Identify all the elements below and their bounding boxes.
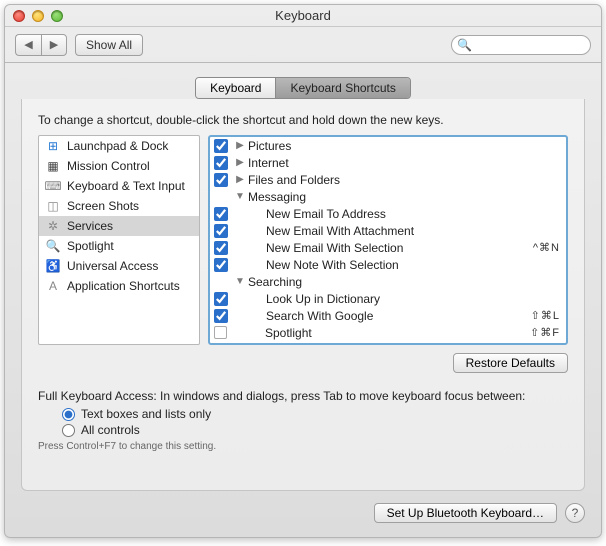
- radio-textboxes[interactable]: [62, 408, 75, 421]
- category-label: Application Shortcuts: [67, 279, 180, 293]
- services-icon: ✲: [45, 218, 61, 234]
- back-button[interactable]: ◀: [15, 34, 41, 56]
- chevron-down-icon[interactable]: ▼: [234, 276, 246, 287]
- window-title: Keyboard: [5, 8, 601, 23]
- service-label: Messaging: [248, 190, 560, 204]
- category-item[interactable]: ◫ Screen Shots: [39, 196, 199, 216]
- service-label: Pictures: [248, 139, 560, 153]
- show-all-button[interactable]: Show All: [75, 34, 143, 56]
- tab-bar: Keyboard Keyboard Shortcuts: [5, 77, 601, 99]
- launchpad-icon: ⊞: [45, 138, 61, 154]
- service-item[interactable]: New Email To Address: [210, 205, 566, 222]
- checkbox[interactable]: [214, 241, 228, 255]
- category-item[interactable]: ⊞ Launchpad & Dock: [39, 136, 199, 156]
- bottom-bar: Set Up Bluetooth Keyboard… ?: [5, 503, 601, 537]
- instruction-text: To change a shortcut, double-click the s…: [38, 113, 568, 127]
- service-group[interactable]: ▶Pictures: [210, 137, 566, 154]
- category-item[interactable]: 🔍 Spotlight: [39, 236, 199, 256]
- tab-shortcuts[interactable]: Keyboard Shortcuts: [276, 78, 409, 98]
- category-label: Launchpad & Dock: [67, 139, 168, 153]
- prefs-window: Keyboard ◀ ▶ Show All 🔍 Keyboard Keyboar…: [4, 4, 602, 538]
- checkbox[interactable]: [214, 292, 228, 306]
- fka-radio-textboxes[interactable]: Text boxes and lists only: [62, 407, 568, 421]
- service-label: Look Up in Dictionary: [266, 292, 560, 306]
- fka-radio-all[interactable]: All controls: [62, 423, 568, 437]
- forward-button[interactable]: ▶: [41, 34, 67, 56]
- category-item[interactable]: ✲ Services: [39, 216, 199, 236]
- universal-access-icon: ♿: [45, 258, 61, 274]
- app-shortcuts-icon: A: [45, 278, 61, 294]
- service-item[interactable]: New Email With Selection^⌘N: [210, 239, 566, 256]
- checkbox[interactable]: [214, 139, 228, 153]
- category-label: Mission Control: [67, 159, 150, 173]
- checkbox[interactable]: [214, 173, 228, 187]
- service-label: Internet: [248, 156, 560, 170]
- fka-opt2-label: All controls: [81, 423, 140, 437]
- service-label: New Email To Address: [266, 207, 560, 221]
- category-list[interactable]: ⊞ Launchpad & Dock ▦ Mission Control ⌨ Keyboa…: [38, 135, 200, 345]
- service-label: New Email With Attachment: [266, 224, 560, 238]
- category-item[interactable]: ⌨ Keyboard & Text Input: [39, 176, 199, 196]
- restore-defaults-button[interactable]: Restore Defaults: [453, 353, 568, 373]
- services-list[interactable]: ▶Pictures▶Internet▶Files and Folders▼Mes…: [208, 135, 568, 345]
- service-label: New Email With Selection: [266, 241, 533, 255]
- service-group[interactable]: ▶Files and Folders: [210, 171, 566, 188]
- service-item[interactable]: Search With Google⇧⌘L: [210, 307, 566, 324]
- titlebar: Keyboard: [5, 5, 601, 27]
- nav-segment: ◀ ▶: [15, 34, 67, 56]
- checkbox[interactable]: [214, 224, 228, 238]
- service-group[interactable]: ▼Messaging: [210, 188, 566, 205]
- category-label: Screen Shots: [67, 199, 139, 213]
- chevron-down-icon[interactable]: ▼: [234, 191, 246, 202]
- fka-hint: Press Control+F7 to change this setting.: [38, 441, 568, 452]
- chevron-right-icon[interactable]: ▶: [234, 157, 246, 168]
- radio-all[interactable]: [62, 424, 75, 437]
- lists-container: ⊞ Launchpad & Dock ▦ Mission Control ⌨ Keyboa…: [38, 135, 568, 345]
- service-group[interactable]: ▼Searching: [210, 273, 566, 290]
- help-button[interactable]: ?: [565, 503, 585, 523]
- checkbox[interactable]: [214, 156, 228, 170]
- category-label: Universal Access: [67, 259, 158, 273]
- service-item[interactable]: New Email With Attachment: [210, 222, 566, 239]
- shortcut-label[interactable]: ⇧⌘F: [530, 326, 560, 339]
- checkbox[interactable]: [214, 258, 228, 272]
- fka-section: Full Keyboard Access: In windows and dia…: [38, 389, 568, 452]
- tab-keyboard[interactable]: Keyboard: [196, 78, 276, 98]
- chevron-right-icon[interactable]: ▶: [234, 174, 246, 185]
- service-item[interactable]: Spotlight⇧⌘F: [210, 324, 566, 341]
- category-label: Keyboard & Text Input: [67, 179, 185, 193]
- service-label: Spotlight: [265, 326, 530, 340]
- service-label: New Note With Selection: [266, 258, 560, 272]
- service-item[interactable]: New Note With Selection: [210, 256, 566, 273]
- service-item[interactable]: Look Up in Dictionary: [210, 290, 566, 307]
- checkbox[interactable]: [214, 326, 227, 339]
- shortcut-label[interactable]: ^⌘N: [533, 241, 560, 254]
- service-label: Search With Google: [266, 309, 531, 323]
- spotlight-icon: 🔍: [45, 238, 61, 254]
- service-group[interactable]: ▶Internet: [210, 154, 566, 171]
- category-item[interactable]: A Application Shortcuts: [39, 276, 199, 296]
- checkbox[interactable]: [214, 207, 228, 221]
- checkbox[interactable]: [214, 309, 228, 323]
- shortcut-label[interactable]: ⇧⌘L: [531, 309, 560, 322]
- keyboard-icon: ⌨: [45, 178, 61, 194]
- search-wrap: 🔍: [451, 35, 591, 55]
- toolbar: ◀ ▶ Show All 🔍: [5, 27, 601, 63]
- service-label: Searching: [248, 275, 560, 289]
- category-item[interactable]: ▦ Mission Control: [39, 156, 199, 176]
- category-label: Spotlight: [67, 239, 114, 253]
- bluetooth-keyboard-button[interactable]: Set Up Bluetooth Keyboard…: [374, 503, 557, 523]
- content-panel: To change a shortcut, double-click the s…: [21, 99, 585, 491]
- category-item[interactable]: ♿ Universal Access: [39, 256, 199, 276]
- fka-opt1-label: Text boxes and lists only: [81, 407, 211, 421]
- screenshot-icon: ◫: [45, 198, 61, 214]
- mission-control-icon: ▦: [45, 158, 61, 174]
- service-label: Files and Folders: [248, 173, 560, 187]
- search-input[interactable]: [451, 35, 591, 55]
- fka-label: Full Keyboard Access: In windows and dia…: [38, 389, 568, 403]
- chevron-right-icon[interactable]: ▶: [234, 140, 246, 151]
- category-label: Services: [67, 219, 113, 233]
